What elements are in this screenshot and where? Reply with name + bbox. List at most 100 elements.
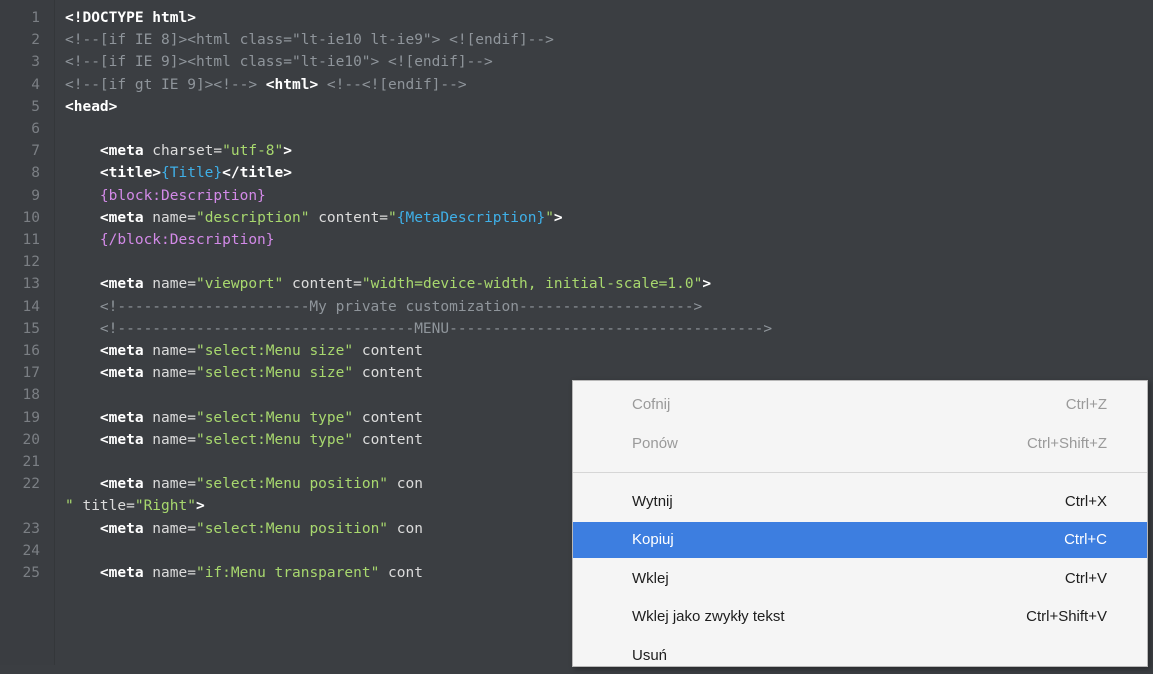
menu-item-wklej-jako-zwykły-tekst[interactable]: Wklej jako zwykły tekst Ctrl+Shift+V xyxy=(573,599,1147,635)
code-line: 14 <!----------------------My private cu… xyxy=(0,296,1153,318)
code-text: <meta name="select:Menu position" con xyxy=(65,518,423,540)
menu-item-shortcut: Ctrl+V xyxy=(1064,570,1107,587)
menu-separator xyxy=(573,472,1147,473)
line-number: 16 xyxy=(22,343,40,359)
line-number: 5 xyxy=(31,98,40,115)
code-token: {block:Description} xyxy=(99,187,266,204)
code-token: <!--<![endif]--> xyxy=(318,76,467,93)
line-number: 13 xyxy=(22,276,40,293)
code-line: 15 <!----------------------------------M… xyxy=(0,318,1153,340)
code-token: {MetaDescription} xyxy=(396,209,546,226)
menu-item-label: Usuń xyxy=(632,647,668,664)
line-number: 14 xyxy=(22,298,40,315)
code-token: <meta xyxy=(99,565,144,581)
line-number: 15 xyxy=(22,320,40,337)
code-text: <head> xyxy=(65,96,117,118)
line-number: 24 xyxy=(22,542,40,559)
line-number: 10 xyxy=(22,209,40,226)
code-line: 9 {block:Description} xyxy=(0,185,1153,207)
code-token: <!DOCTYPE html> xyxy=(65,10,196,26)
code-token: <meta xyxy=(99,365,144,382)
line-number: 23 xyxy=(22,520,40,537)
menu-item-wytnij[interactable]: Wytnij Ctrl+X xyxy=(573,484,1147,520)
code-token: "select:Menu size" xyxy=(195,343,354,359)
code-text: <!----------------------------------MENU… xyxy=(65,318,772,340)
code-token: "select:Menu type" xyxy=(195,409,354,426)
code-token: <meta xyxy=(99,520,144,537)
code-text: <meta name="if:Menu transparent" cont xyxy=(65,562,423,584)
line-number: 7 xyxy=(31,143,40,160)
code-line: 13 <meta name="viewport" content="width=… xyxy=(0,273,1153,295)
menu-item-cofnij[interactable]: Cofnij Ctrl+Z xyxy=(573,387,1147,423)
code-token: "width=device-width, initial-scale=1.0" xyxy=(361,276,703,293)
code-line: 12 xyxy=(0,251,1153,273)
code-text: <meta name="select:Menu size" content xyxy=(65,340,423,362)
line-number: 17 xyxy=(22,365,40,382)
code-line: 8 <title>{Title}</title> xyxy=(0,162,1153,184)
code-text: <!DOCTYPE html> xyxy=(65,7,196,29)
code-token: > xyxy=(702,276,712,293)
line-number: 18 xyxy=(22,387,40,404)
code-token: <!--[if IE 9]><html class="lt-ie10"> <![… xyxy=(65,54,493,71)
code-text: <meta name="select:Menu size" content xyxy=(65,362,423,384)
code-token: <!----------------------------------MENU… xyxy=(99,320,773,337)
code-text: <meta charset="utf-8"> xyxy=(65,140,292,162)
code-token: name= xyxy=(143,565,196,581)
code-token: <meta xyxy=(99,209,144,226)
code-text: <!--[if IE 9]><html class="lt-ie10"> <![… xyxy=(65,51,493,73)
code-token: <meta xyxy=(99,143,144,160)
code-text: <!--[if IE 8]><html class="lt-ie10 lt-ie… xyxy=(65,29,554,51)
code-text: <meta name="viewport" content="width=dev… xyxy=(65,273,711,295)
line-number: 19 xyxy=(22,409,40,426)
code-token: con xyxy=(388,520,423,537)
code-token: charset= xyxy=(143,143,223,160)
code-token: > xyxy=(283,143,292,160)
line-number: 2 xyxy=(31,32,40,49)
code-token: "select:Menu position" xyxy=(195,520,389,537)
code-token: {/block:Description} xyxy=(99,232,275,248)
menu-item-shortcut: Ctrl+Shift+V xyxy=(1026,608,1107,625)
code-token: cont xyxy=(379,565,423,581)
code-text: " title="Right"> xyxy=(65,495,205,517)
code-token: content xyxy=(353,409,423,426)
code-token: </title> xyxy=(222,165,292,182)
menu-item-shortcut: Ctrl+X xyxy=(1064,493,1107,510)
code-text: <meta name="select:Menu position" con xyxy=(65,473,423,495)
code-token: "viewport" xyxy=(195,276,284,293)
code-token: <html> xyxy=(265,76,319,93)
menu-item-shortcut: Ctrl+Z xyxy=(1065,396,1107,413)
line-number: 9 xyxy=(31,187,40,204)
code-token: <!--[if IE 8]><html class="lt-ie10 lt-ie… xyxy=(65,32,554,49)
code-token: > xyxy=(195,498,205,515)
menu-item-label: Kopiuj xyxy=(632,531,674,548)
menu-item-wklej[interactable]: Wklej Ctrl+V xyxy=(573,561,1147,597)
code-text: <title>{Title}</title> xyxy=(65,162,292,184)
code-line: 5 <head> xyxy=(0,96,1153,118)
menu-item-ponów[interactable]: Ponów Ctrl+Shift+Z xyxy=(573,426,1147,462)
code-token: name= xyxy=(143,476,196,493)
code-token: content xyxy=(353,431,423,448)
line-number: 22 xyxy=(22,476,40,493)
code-token: <!--[if gt IE 9]><!--> xyxy=(65,76,266,93)
line-number: 21 xyxy=(22,454,40,470)
menu-item-label: Wklej xyxy=(632,570,669,587)
code-token: " xyxy=(388,209,397,226)
code-token: "utf-8" xyxy=(222,143,284,160)
code-text: <!--[if gt IE 9]><!--> <html> <!--<![end… xyxy=(65,74,467,96)
line-number: 11 xyxy=(22,232,40,248)
code-text: <meta name="description" content="{MetaD… xyxy=(65,207,563,229)
code-token: "select:Menu position" xyxy=(195,476,389,493)
menu-item-kopiuj[interactable]: Kopiuj Ctrl+C xyxy=(573,522,1147,558)
code-line: 11 {/block:Description} xyxy=(0,229,1153,251)
menu-item-usuń[interactable]: Usuń xyxy=(573,638,1147,674)
line-number: 6 xyxy=(31,121,40,137)
code-token: content xyxy=(353,365,423,382)
menu-item-label: Wklej jako zwykły tekst xyxy=(632,608,785,625)
